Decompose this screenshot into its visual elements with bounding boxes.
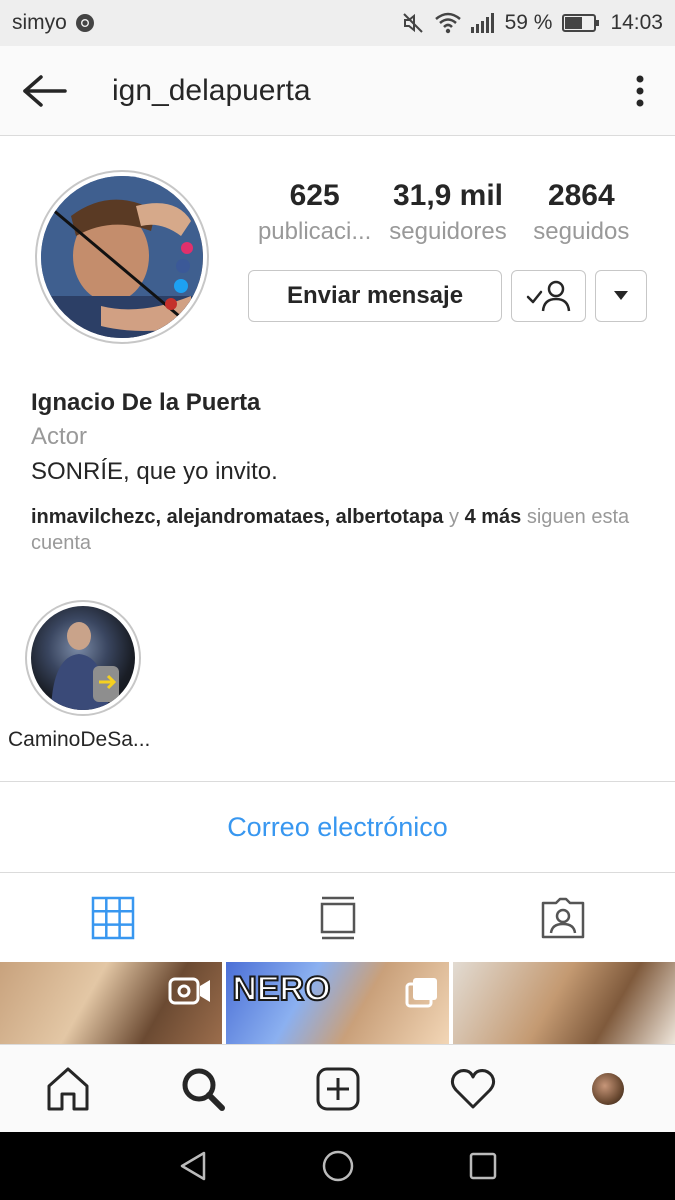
recents-square-icon [469,1152,496,1180]
bio-text: SONRÍE, que yo invito. [31,458,278,485]
nav-add-post[interactable] [270,1045,405,1132]
stat-posts-label: publicaci... [257,218,372,245]
follower-link[interactable]: alejandromataes [167,506,325,528]
following-button[interactable] [511,270,586,322]
add-post-icon [316,1067,359,1110]
nav-search[interactable] [135,1045,270,1132]
profile-avatar-ring[interactable] [35,170,209,344]
profile-avatar [41,176,203,338]
stat-following[interactable]: 2864 seguidos [515,176,648,248]
highlight-cover [31,606,135,710]
profile-actions: Enviar mensaje [248,270,647,322]
bio-category: Actor [31,423,88,450]
stat-posts[interactable]: 625 publicaci... [248,176,381,248]
follower-separator: , [324,506,336,528]
video-icon [168,976,212,1011]
follower-separator: , [155,506,167,528]
nav-profile[interactable] [540,1045,675,1132]
send-message-button[interactable]: Enviar mensaje [248,270,502,322]
home-circle-icon [322,1150,353,1182]
android-recents-button[interactable] [453,1136,513,1196]
feed-icon [320,896,355,939]
android-navigation-bar [0,1132,675,1200]
post-thumbnail[interactable] [0,962,223,1044]
mute-icon [401,11,425,35]
followed-by-connector: y [443,506,465,528]
follower-link[interactable]: inmavilchezc [31,506,156,528]
more-options-button[interactable] [605,46,675,136]
stat-following-value: 2864 [547,179,615,212]
post-grid: NERO [0,962,675,1044]
status-bar: simyo 59 % 14:03 [0,0,675,46]
stat-followers-value: 31,9 mil [392,179,504,212]
stat-followers[interactable]: 31,9 mil seguidores [381,176,514,248]
battery-icon [562,13,600,33]
followed-by-more[interactable]: 4 más [465,506,522,528]
status-left: simyo [12,11,95,35]
profile-header: ign_delapuerta [0,46,675,136]
profile-stats: 625 publicaci... 31,9 mil seguidores 286… [248,176,648,248]
avatar-photo [41,176,203,338]
nav-home[interactable] [0,1045,135,1132]
post-thumbnail[interactable]: NERO [226,962,449,1044]
highlight-label: CaminoDeSa... [8,728,151,751]
bottom-navigation [0,1044,675,1132]
back-button[interactable] [0,46,90,136]
home-icon [47,1067,88,1110]
arrow-left-icon [23,74,67,107]
grid-icon [91,896,134,939]
tab-feed[interactable] [225,873,450,962]
nav-activity[interactable] [405,1045,540,1132]
post-text-overlay: NERO [231,969,331,1009]
wifi-icon [434,12,461,34]
story-highlight[interactable]: CaminoDeSa... [8,600,158,752]
triangle-down-icon [614,291,628,300]
highlight-ring [25,600,141,716]
multi-image-icon [405,976,439,1013]
tab-tagged[interactable] [450,873,675,962]
bio-full-name: Ignacio De la Puerta [31,389,261,416]
vertical-dots-icon [636,75,644,106]
carrier-name: simyo [12,11,67,34]
activity-heart-icon [450,1068,495,1108]
signal-icon [470,13,495,33]
suggestions-dropdown-button[interactable] [595,270,647,322]
followed-by[interactable]: inmavilchezc, alejandromataes, albertota… [31,504,651,556]
stat-followers-label: seguidores [389,218,507,245]
status-right: 59 % 14:03 [401,11,663,35]
stat-following-label: seguidos [533,218,630,245]
search-icon [182,1068,225,1111]
tab-grid[interactable] [0,873,225,962]
profile-avatar [591,1072,624,1105]
chrome-icon [75,13,95,33]
battery-percent: 59 % [504,11,553,34]
profile-tabs [0,872,675,962]
person-check-icon [526,280,570,312]
email-contact-button[interactable]: Correo electrónico [0,782,675,872]
android-back-button[interactable] [163,1136,223,1196]
profile-username: ign_delapuerta [112,73,311,107]
profile-bio: Ignacio De la Puerta Actor SONRÍE, que y… [31,386,651,556]
back-triangle-icon [180,1151,205,1181]
follower-link[interactable]: albertotapa [336,506,444,528]
clock: 14:03 [610,11,663,34]
stat-posts-value: 625 [289,179,340,212]
android-home-button[interactable] [308,1136,368,1196]
post-thumbnail[interactable] [452,962,675,1044]
tagged-icon [541,897,584,938]
